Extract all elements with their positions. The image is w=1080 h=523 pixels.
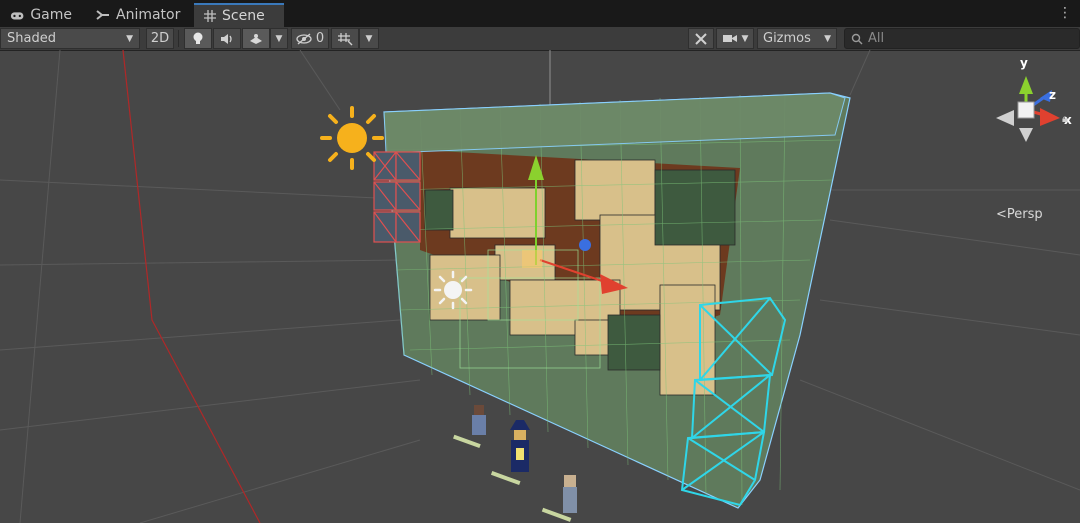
chevron-left-icon: < bbox=[996, 207, 1007, 222]
scene-search-input[interactable]: All bbox=[844, 28, 1080, 49]
chevron-down-icon: ▼ bbox=[126, 33, 133, 44]
gizmos-dropdown[interactable]: Gizmos ▼ bbox=[757, 28, 837, 49]
more-menu-icon[interactable]: ⋮ bbox=[1058, 5, 1072, 21]
effects-icon bbox=[250, 33, 262, 44]
projection-toggle[interactable]: <Persp bbox=[996, 207, 1043, 222]
tools-toggle-button[interactable] bbox=[688, 28, 714, 49]
tab-scene[interactable]: Scene bbox=[194, 3, 284, 27]
gizmos-label: Gizmos bbox=[763, 31, 811, 46]
scene-render bbox=[0, 50, 1080, 523]
move-gizmo-z-handle bbox=[579, 239, 591, 251]
search-icon bbox=[851, 33, 863, 44]
chevron-down-icon: ▼ bbox=[365, 33, 373, 44]
scene-viewport[interactable]: y z x 🔒︎ <Persp bbox=[0, 50, 1080, 523]
editor-tab-bar: Game Animator Scene ⋮ bbox=[0, 0, 1080, 27]
tab-label: Game bbox=[30, 7, 72, 23]
chevron-down-icon: ▼ bbox=[275, 33, 283, 44]
grid-icon bbox=[204, 10, 216, 22]
tab-label: Animator bbox=[116, 7, 181, 23]
divider bbox=[178, 30, 179, 47]
gizmo-label-z: z bbox=[1049, 88, 1056, 102]
effects-dropdown-button[interactable]: ▼ bbox=[270, 28, 288, 49]
toggle-2d-button[interactable]: 2D bbox=[146, 28, 174, 49]
tools-icon bbox=[695, 32, 707, 45]
effects-toggle-button[interactable] bbox=[242, 28, 270, 49]
hidden-objects-toggle-button[interactable]: 0 bbox=[291, 28, 329, 49]
point-light-icon bbox=[433, 270, 473, 310]
gamepad-icon bbox=[10, 11, 24, 20]
camera-icon bbox=[722, 35, 737, 42]
grid-dropdown-button[interactable]: ▼ bbox=[359, 28, 379, 49]
toggle-2d-label: 2D bbox=[150, 31, 170, 46]
chevron-down-icon: ▼ bbox=[741, 33, 749, 44]
world-x-axis-line bbox=[122, 50, 261, 523]
gizmo-y-cone bbox=[1019, 76, 1033, 94]
gizmo-label-y: y bbox=[1020, 56, 1028, 70]
speaker-icon bbox=[221, 33, 232, 44]
scene-toolbar: Shaded ▼ 2D ▼ 0 ▼ ▼ Gizmos ▼ All bbox=[0, 27, 1080, 51]
gizmo-neg-y-cone bbox=[1019, 128, 1033, 142]
lock-icon[interactable]: 🔒︎ bbox=[1062, 112, 1068, 126]
sun-icon bbox=[320, 106, 384, 170]
animator-icon bbox=[96, 10, 109, 20]
gizmo-neg-x-cone bbox=[996, 110, 1014, 126]
red-crates bbox=[373, 151, 421, 243]
grid-snap-toggle-button[interactable] bbox=[331, 28, 359, 49]
search-placeholder: All bbox=[868, 31, 885, 46]
audio-toggle-button[interactable] bbox=[213, 28, 241, 49]
grid-snap-icon bbox=[338, 32, 353, 45]
gizmo-x-cone bbox=[1040, 108, 1060, 126]
eye-slash-icon bbox=[296, 32, 312, 45]
tab-label: Scene bbox=[222, 8, 265, 24]
chevron-down-icon: ▼ bbox=[824, 33, 831, 44]
draw-mode-dropdown[interactable]: Shaded ▼ bbox=[0, 28, 140, 49]
lighting-toggle-button[interactable] bbox=[184, 28, 212, 49]
tab-game[interactable]: Game bbox=[0, 3, 82, 27]
lightbulb-icon bbox=[193, 32, 203, 44]
orientation-gizmo bbox=[996, 76, 1060, 142]
draw-mode-value: Shaded bbox=[7, 31, 56, 46]
hidden-count: 0 bbox=[315, 31, 325, 46]
tab-animator[interactable]: Animator bbox=[86, 3, 192, 27]
camera-settings-button[interactable]: ▼ bbox=[716, 28, 754, 49]
projection-label: Persp bbox=[1006, 207, 1043, 222]
